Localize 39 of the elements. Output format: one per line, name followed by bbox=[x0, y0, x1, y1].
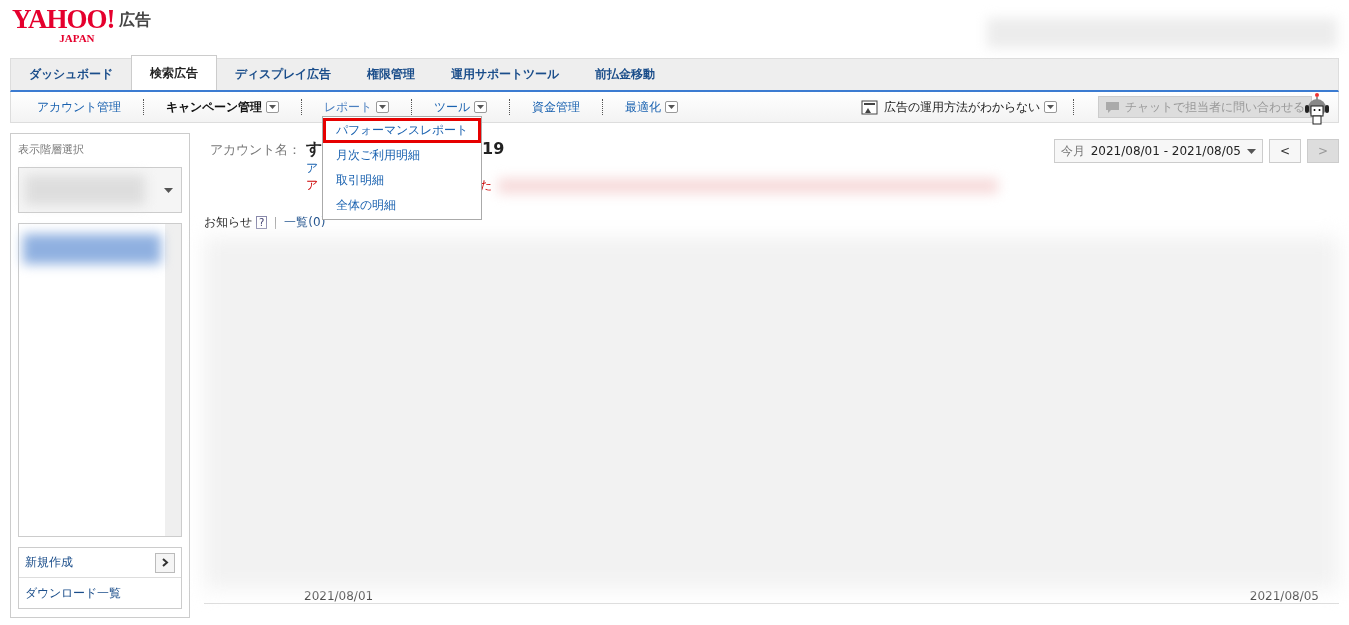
caret-icon bbox=[665, 101, 678, 113]
caret-icon bbox=[474, 101, 487, 113]
caret-icon bbox=[266, 101, 279, 113]
help-dropdown[interactable]: 広告の運用方法がわからない bbox=[884, 98, 1067, 116]
caret-icon bbox=[1247, 148, 1256, 154]
guide-icon bbox=[861, 99, 878, 115]
account-name: 19 bbox=[482, 139, 505, 158]
subnav-item[interactable]: ツール bbox=[418, 95, 503, 119]
nav-tab[interactable]: 権限管理 bbox=[349, 59, 433, 90]
nav-tab[interactable]: 運用サポートツール bbox=[433, 59, 577, 90]
chevron-right-icon bbox=[155, 552, 175, 573]
subnav-item[interactable]: アカウント管理 bbox=[21, 95, 137, 119]
alert-text: ア bbox=[306, 177, 318, 194]
nav-tab[interactable]: 前払金移動 bbox=[577, 59, 673, 90]
axis-label: 2021/08/01 bbox=[304, 589, 374, 603]
subnav-item[interactable]: 資金管理 bbox=[516, 95, 596, 119]
product-name: 広告 bbox=[118, 10, 151, 31]
mascot-icon bbox=[1302, 92, 1332, 128]
nav-tab[interactable]: ディスプレイ広告 bbox=[217, 59, 349, 90]
nav-tab[interactable]: 検索広告 bbox=[131, 55, 217, 90]
help-badge[interactable]: ? bbox=[256, 216, 268, 229]
caret-icon bbox=[1044, 101, 1057, 113]
caret-icon bbox=[164, 187, 173, 193]
hierarchy-select[interactable] bbox=[18, 167, 182, 213]
subnav-item[interactable]: 最適化 bbox=[609, 95, 694, 119]
nav-tab[interactable]: ダッシュボード bbox=[11, 59, 131, 90]
subnav-item[interactable]: キャンペーン管理 bbox=[150, 95, 295, 119]
yahoo-japan-logo[interactable]: YAHOO! JAPAN bbox=[12, 6, 115, 44]
caret-icon bbox=[376, 101, 389, 113]
notice-label: お知らせ bbox=[204, 214, 252, 231]
sidebar-title: 表示階層選択 bbox=[18, 142, 85, 157]
account-label: アカウント名： bbox=[210, 141, 302, 159]
menu-item[interactable]: パフォーマンスレポート bbox=[323, 118, 481, 143]
scrollbar[interactable] bbox=[165, 224, 181, 536]
axis-label: 2021/08/05 bbox=[1249, 589, 1319, 603]
speech-bubble-icon bbox=[1105, 101, 1119, 113]
account-name: す bbox=[306, 139, 322, 160]
date-range-dropdown[interactable]: 今月 2021/08/01 - 2021/08/05 bbox=[1053, 139, 1263, 163]
previous-button[interactable]: < bbox=[1269, 139, 1301, 163]
